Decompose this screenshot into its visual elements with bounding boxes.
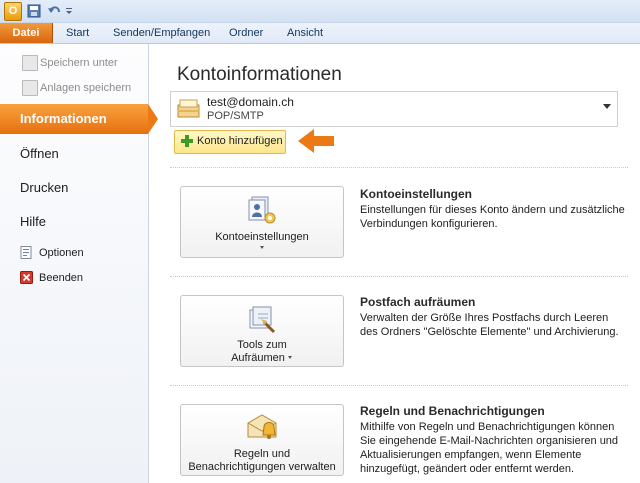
divider (170, 276, 628, 277)
cleanup-tools-button[interactable]: Tools zum Aufräumen (180, 295, 344, 367)
arrow-left-icon (298, 129, 334, 153)
manage-rules-button[interactable]: Regeln und Benachrichtigungen verwalten (180, 404, 344, 476)
account-selector[interactable]: test@domain.ch POP/SMTP (170, 91, 618, 127)
page-title: Kontoinformationen (177, 64, 342, 85)
exit-icon (20, 271, 33, 284)
rules-alerts-icon (247, 414, 277, 439)
tab-senden-empfangen[interactable]: Senden/Empfangen (113, 23, 210, 43)
add-account-label: Konto hinzufügen (197, 135, 283, 147)
chevron-down-icon (603, 104, 611, 109)
mailbox-icon (177, 99, 200, 118)
save-as-label: Speichern unter (40, 57, 118, 69)
undo-icon[interactable] (46, 2, 62, 20)
sidebar-item-oeffnen[interactable]: Öffnen (20, 146, 59, 161)
account-settings-button[interactable]: Kontoeinstellungen (180, 186, 344, 258)
divider (170, 385, 628, 386)
account-settings-button-label: Kontoeinstellungen (215, 231, 309, 243)
ribbon-tabs: Datei Start Senden/Empfangen Ordner Ansi… (0, 23, 640, 44)
tab-start[interactable]: Start (66, 23, 89, 43)
sidebar-item-drucken[interactable]: Drucken (20, 180, 68, 195)
account-settings-icon (248, 196, 276, 224)
rules-title: Regeln und Benachrichtigungen (360, 404, 545, 418)
outlook-app-icon[interactable]: O (4, 2, 22, 21)
plus-icon (181, 135, 193, 147)
save-as-icon (22, 55, 38, 71)
cleanup-title: Postfach aufräumen (360, 295, 476, 309)
rules-description: Mithilfe von Regeln und Benachrichtigung… (360, 421, 619, 475)
save-attachments-label: Anlagen speichern (40, 82, 132, 94)
cleanup-description: Verwalten der Größe Ihres Postfachs durc… (360, 312, 619, 338)
cleanup-tools-label-line1: Tools zum (237, 339, 287, 351)
rules-label-line1: Regeln und (233, 448, 291, 460)
title-bar: O (0, 0, 640, 23)
rules-label-line2: Benachrichtigungen verwalten (188, 461, 336, 473)
customize-toolbar-icon[interactable] (64, 2, 74, 20)
account-settings-description: Einstellungen für dieses Konto ändern un… (360, 204, 625, 230)
active-arrow (148, 104, 158, 134)
cleanup-tools-icon (249, 306, 276, 334)
save-attachments-icon (22, 80, 38, 96)
account-email: test@domain.ch (207, 95, 294, 109)
options-label: Optionen (39, 247, 84, 259)
chevron-down-icon (288, 356, 292, 359)
informationen-label: Informationen (20, 111, 107, 126)
exit-label: Beenden (39, 272, 84, 284)
tab-ansicht[interactable]: Ansicht (287, 23, 323, 43)
account-settings-title: Kontoeinstellungen (360, 187, 472, 201)
chevron-down-icon (260, 246, 264, 249)
cleanup-tools-label-line2: Aufräumen (231, 352, 285, 364)
tab-ordner[interactable]: Ordner (229, 23, 263, 43)
backstage-sidebar: Speichern unter Anlagen speichern Inform… (0, 44, 158, 483)
divider (170, 167, 628, 168)
sidebar-item-informationen[interactable]: Informationen (0, 104, 158, 134)
account-type: POP/SMTP (207, 110, 264, 122)
save-icon[interactable] (26, 2, 42, 20)
sidebar-item-hilfe[interactable]: Hilfe (20, 214, 46, 229)
tab-datei[interactable]: Datei (0, 23, 53, 43)
add-account-button[interactable]: Konto hinzufügen (174, 130, 286, 154)
options-icon (20, 246, 32, 259)
